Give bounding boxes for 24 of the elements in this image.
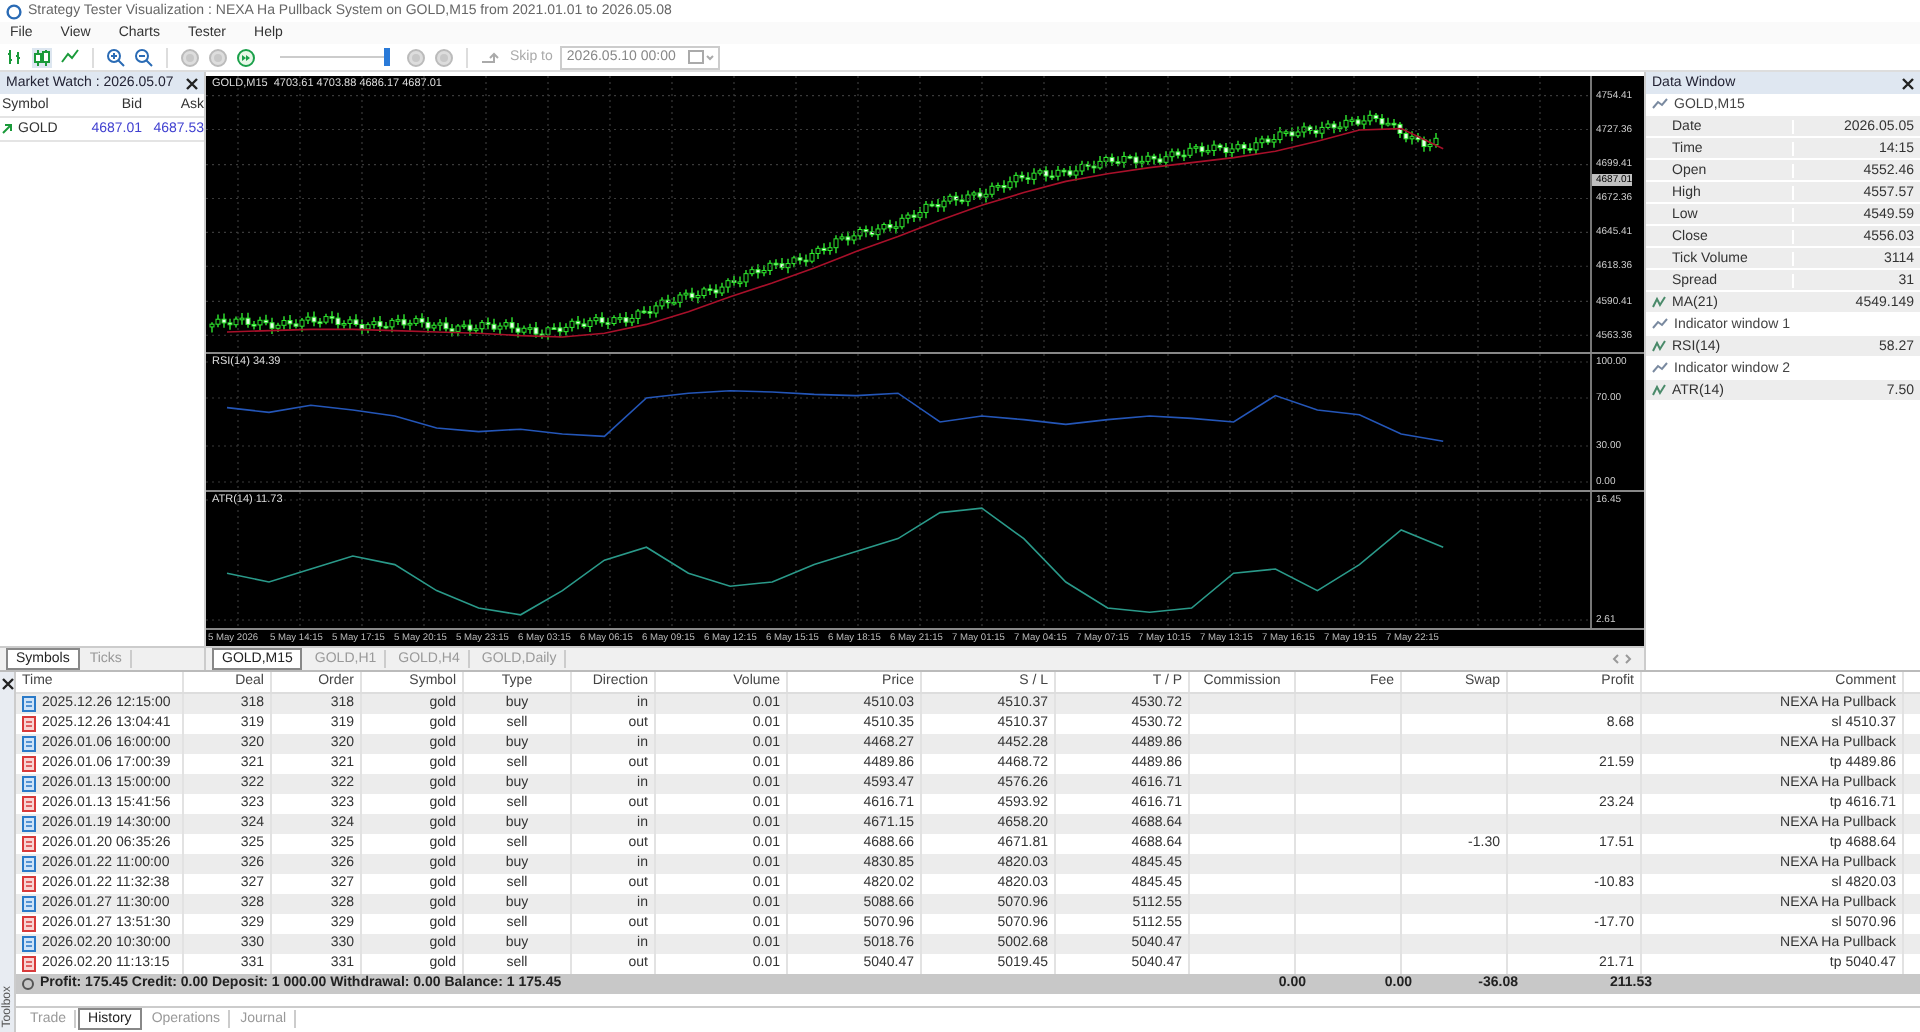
line-chart-icon xyxy=(1652,98,1668,110)
line-chart-icon xyxy=(1652,318,1668,330)
calendar-icon[interactable] xyxy=(687,50,714,64)
close-icon[interactable] xyxy=(1902,77,1914,89)
close-icon[interactable] xyxy=(1,678,13,690)
slider-thumb[interactable] xyxy=(384,48,390,66)
zoom-in-icon[interactable] xyxy=(106,47,126,67)
skip-icon[interactable] xyxy=(480,49,502,65)
indicator-icon xyxy=(1652,384,1666,396)
close-icon[interactable] xyxy=(186,77,198,89)
speed-slider[interactable] xyxy=(280,48,390,66)
balance-icon xyxy=(22,978,34,990)
scroll-right-icon[interactable] xyxy=(1624,654,1632,664)
zoom-out-icon[interactable] xyxy=(134,47,154,67)
bar-chart-icon[interactable] xyxy=(6,48,24,66)
indicator-icon xyxy=(1652,340,1666,352)
arrow-icon xyxy=(2,124,12,134)
candlestick-icon[interactable] xyxy=(32,47,52,67)
indicator-icon xyxy=(1652,296,1666,308)
fast-forward-icon[interactable] xyxy=(236,47,256,67)
line-chart-icon[interactable] xyxy=(60,48,80,66)
scroll-left-icon[interactable] xyxy=(1612,654,1620,664)
app-icon xyxy=(6,3,22,19)
line-chart-icon xyxy=(1652,362,1668,374)
